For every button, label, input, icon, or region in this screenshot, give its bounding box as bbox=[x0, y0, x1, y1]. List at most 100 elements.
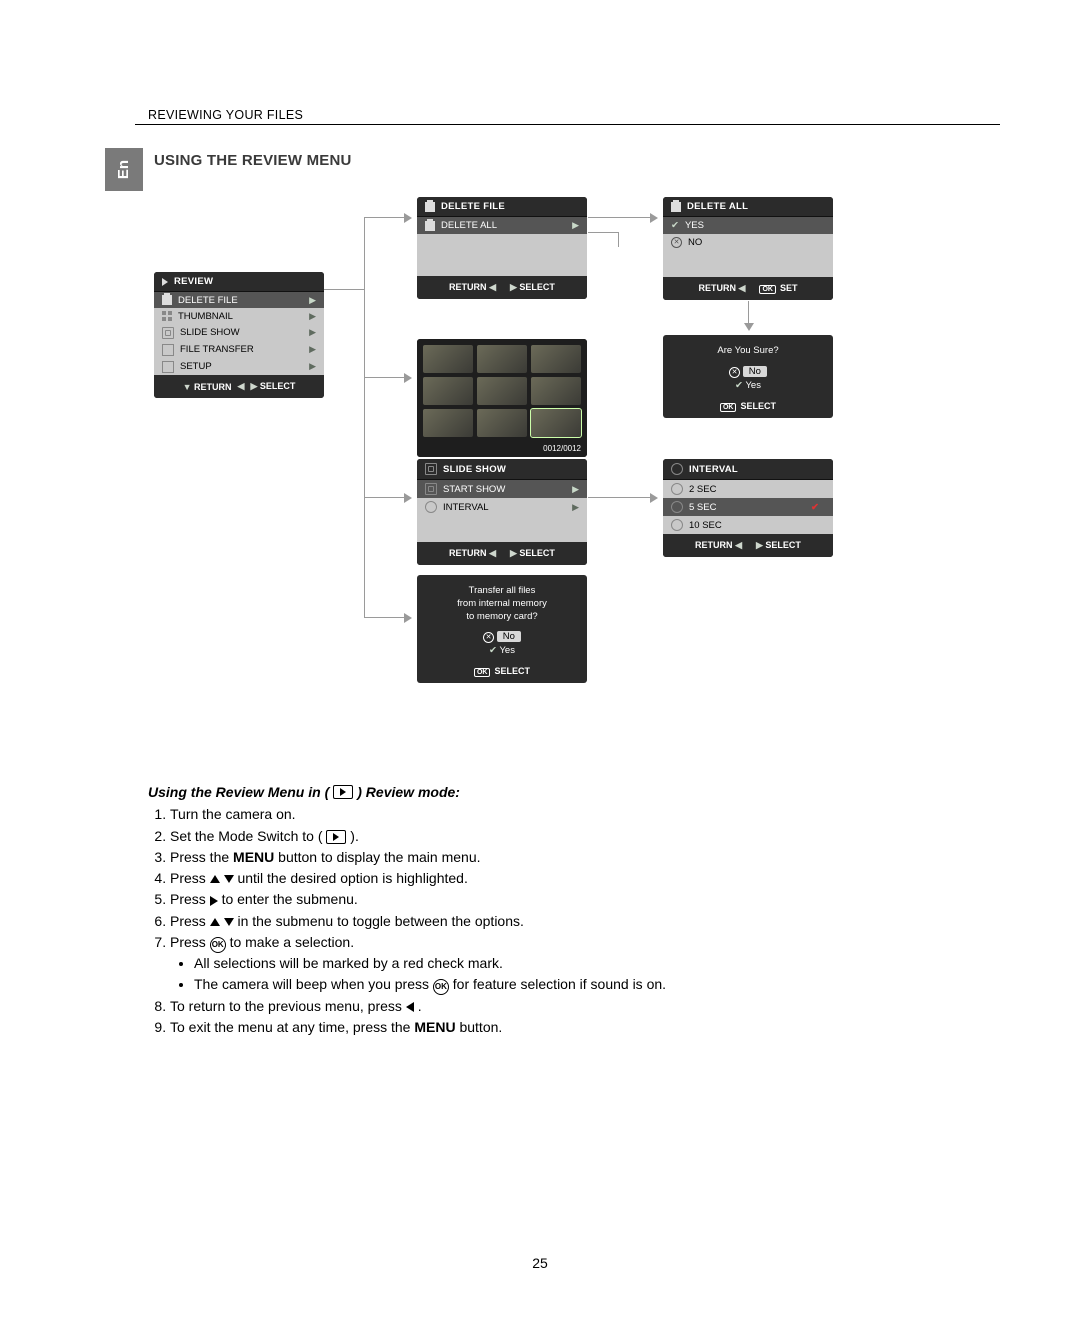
slideshow-item-start[interactable]: START SHOW▶ bbox=[417, 480, 587, 498]
connector bbox=[364, 217, 404, 218]
trash-icon bbox=[425, 221, 435, 231]
arrow-right-icon bbox=[650, 213, 658, 223]
setup-icon bbox=[162, 361, 174, 373]
thumb-cell[interactable] bbox=[477, 409, 527, 437]
trash-icon bbox=[162, 295, 172, 305]
language-tab-label: En bbox=[115, 160, 132, 179]
connector bbox=[364, 377, 404, 378]
delete-all-footer: RETURN ◀ OKSET bbox=[663, 277, 833, 300]
manual-page: REVIEWING YOUR FILES En USING THE REVIEW… bbox=[0, 0, 1080, 1335]
confirm-footer: OKSELECT bbox=[663, 397, 833, 418]
review-footer: ▼ RETURN ◀ ▶ SELECT bbox=[154, 375, 324, 398]
confirm-yes[interactable]: ✔ Yes bbox=[663, 380, 833, 391]
review-item-slideshow[interactable]: SLIDE SHOW▶ bbox=[154, 324, 324, 341]
thumb-cell-selected[interactable] bbox=[531, 409, 581, 437]
connector bbox=[364, 497, 404, 498]
screen-slideshow: SLIDE SHOW START SHOW▶ INTERVAL▶ RETURN … bbox=[417, 459, 587, 565]
review-item-setup[interactable]: SETUP▶ bbox=[154, 358, 324, 375]
transfer-footer: OKSELECT bbox=[417, 662, 587, 683]
slideshow-title: SLIDE SHOW bbox=[417, 459, 587, 480]
connector bbox=[324, 289, 364, 290]
spacer bbox=[417, 516, 587, 542]
down-arrow-icon bbox=[224, 918, 234, 926]
section-title: USING THE REVIEW MENU bbox=[154, 152, 352, 169]
spacer bbox=[417, 234, 587, 276]
connector bbox=[588, 497, 650, 498]
confirm-question: Are You Sure? bbox=[663, 335, 833, 362]
step-6: Press in the submenu to toggle between t… bbox=[170, 911, 990, 931]
thumb-cell[interactable] bbox=[423, 377, 473, 405]
step-7-bullet-1: All selections will be marked by a red c… bbox=[194, 953, 990, 973]
step-9: To exit the menu at any time, press the … bbox=[170, 1017, 990, 1037]
transfer-question: Transfer all files from internal memory … bbox=[417, 575, 587, 627]
language-tab: En bbox=[105, 148, 143, 191]
slideshow-item-interval[interactable]: INTERVAL▶ bbox=[417, 498, 587, 516]
step-7: Press OK to make a selection. All select… bbox=[170, 932, 990, 995]
thumb-cell[interactable] bbox=[423, 345, 473, 373]
confirm-no[interactable]: ✕ No bbox=[663, 366, 833, 378]
ok-button-icon: OK bbox=[433, 979, 449, 995]
clock-icon bbox=[425, 501, 437, 513]
left-arrow-icon bbox=[406, 1002, 414, 1012]
review-item-delete-file[interactable]: DELETE FILE▶ bbox=[154, 292, 324, 308]
delete-all-title: DELETE ALL bbox=[663, 197, 833, 217]
slideshow-icon bbox=[162, 327, 174, 339]
thumb-cell[interactable] bbox=[423, 409, 473, 437]
screen-interval: INTERVAL 2 SEC 5 SEC✔ 10 SEC RETURN ◀ ▶ … bbox=[663, 459, 833, 557]
delete-file-item-delete-all[interactable]: DELETE ALL▶ bbox=[417, 217, 587, 234]
thumbnail-counter: 0012/0012 bbox=[417, 443, 587, 457]
thumbnail-grid[interactable] bbox=[417, 339, 587, 443]
step-2: Set the Mode Switch to ( ). bbox=[170, 826, 990, 846]
slideshow-icon bbox=[425, 463, 437, 475]
step-1: Turn the camera on. bbox=[170, 804, 990, 824]
header-rule bbox=[135, 124, 1000, 125]
interval-5sec[interactable]: 5 SEC✔ bbox=[663, 498, 833, 516]
trash-icon bbox=[671, 202, 681, 212]
grid-icon bbox=[162, 311, 172, 321]
thumb-cell[interactable] bbox=[477, 345, 527, 373]
transfer-yes[interactable]: ✔ Yes bbox=[417, 645, 587, 656]
step-5: Press to enter the submenu. bbox=[170, 889, 990, 909]
interval-2sec[interactable]: 2 SEC bbox=[663, 480, 833, 498]
down-arrow-icon bbox=[224, 875, 234, 883]
arrow-right-icon bbox=[404, 493, 412, 503]
menu-diagram: REVIEW DELETE FILE▶ THUMBNAIL▶ SLIDE SHO… bbox=[154, 197, 1000, 717]
review-item-file-transfer[interactable]: FILE TRANSFER▶ bbox=[154, 341, 324, 358]
review-mode-icon bbox=[333, 785, 353, 799]
screen-confirm-delete: Are You Sure? ✕ No ✔ Yes OKSELECT bbox=[663, 335, 833, 418]
file-transfer-icon bbox=[162, 344, 174, 356]
step-8: To return to the previous menu, press . bbox=[170, 996, 990, 1016]
thumb-cell[interactable] bbox=[531, 345, 581, 373]
arrow-right-icon bbox=[404, 213, 412, 223]
review-mode-icon bbox=[326, 830, 346, 844]
clock-icon bbox=[671, 519, 683, 531]
screen-transfer-confirm: Transfer all files from internal memory … bbox=[417, 575, 587, 683]
screen-thumbnail: 0012/0012 bbox=[417, 339, 587, 457]
review-title: REVIEW bbox=[154, 272, 324, 292]
connector bbox=[588, 217, 650, 218]
review-item-thumbnail[interactable]: THUMBNAIL▶ bbox=[154, 308, 324, 324]
slideshow-footer: RETURN ◀ ▶ SELECT bbox=[417, 542, 587, 565]
thumb-cell[interactable] bbox=[477, 377, 527, 405]
step-7-bullet-2: The camera will beep when you press OK f… bbox=[194, 974, 990, 995]
slideshow-icon bbox=[425, 483, 437, 495]
breadcrumb: REVIEWING YOUR FILES bbox=[148, 108, 303, 122]
delete-all-no[interactable]: ✕NO bbox=[663, 234, 833, 251]
step-3: Press the MENU button to display the mai… bbox=[170, 847, 990, 867]
transfer-no[interactable]: ✕ No bbox=[417, 631, 587, 643]
page-number: 25 bbox=[0, 1255, 1080, 1271]
interval-10sec[interactable]: 10 SEC bbox=[663, 516, 833, 534]
up-arrow-icon bbox=[210, 918, 220, 926]
delete-file-title: DELETE FILE bbox=[417, 197, 587, 217]
arrow-right-icon bbox=[404, 373, 412, 383]
thumb-cell[interactable] bbox=[531, 377, 581, 405]
step-4: Press until the desired option is highli… bbox=[170, 868, 990, 888]
up-arrow-icon bbox=[210, 875, 220, 883]
clock-icon bbox=[671, 483, 683, 495]
delete-all-yes[interactable]: ✔YES bbox=[663, 217, 833, 234]
connector bbox=[748, 301, 749, 325]
instructions: Using the Review Menu in ( ) Review mode… bbox=[148, 782, 990, 1039]
clock-icon bbox=[671, 463, 683, 475]
connector bbox=[618, 232, 619, 247]
screen-delete-file: DELETE FILE DELETE ALL▶ RETURN ◀ ▶ SELEC… bbox=[417, 197, 587, 299]
